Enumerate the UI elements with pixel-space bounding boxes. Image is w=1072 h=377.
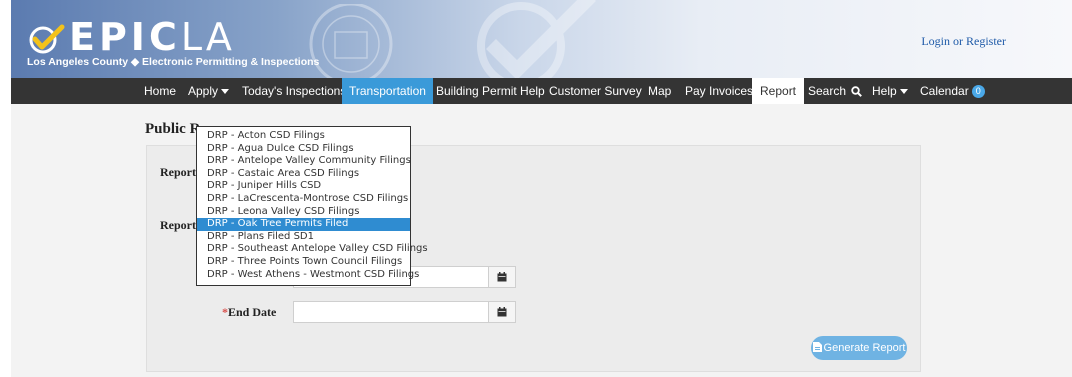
logo-word: EPIC bbox=[69, 15, 181, 59]
nav-help-label: Help bbox=[872, 84, 897, 98]
dropdown-option[interactable]: DRP - West Athens - Westmont CSD Filings bbox=[197, 269, 419, 282]
nav-report[interactable]: Report bbox=[752, 78, 805, 104]
generate-report-button[interactable]: Generate Report bbox=[811, 336, 907, 360]
logo-word-suffix: LA bbox=[180, 15, 235, 59]
caret-down-icon bbox=[899, 89, 908, 95]
end-date-label: *End Date bbox=[222, 305, 276, 320]
nav-help[interactable]: Help bbox=[872, 78, 908, 104]
report-name-label: Report bbox=[160, 218, 196, 232]
county-seal-icon bbox=[309, 4, 393, 78]
dropdown-option[interactable]: DRP - Plans Filed SD1 bbox=[197, 231, 410, 244]
end-date-label-text: End Date bbox=[228, 305, 277, 319]
dropdown-option-selected[interactable]: DRP - Oak Tree Permits Filed bbox=[197, 218, 410, 231]
calendar-icon bbox=[497, 307, 507, 317]
nav-todays-inspections[interactable]: Today's Inspections bbox=[242, 78, 346, 104]
nav-search[interactable]: Search bbox=[808, 78, 863, 104]
nav-pay-invoices[interactable]: Pay Invoices bbox=[685, 78, 753, 104]
search-icon bbox=[851, 86, 863, 98]
nav-map[interactable]: Map bbox=[648, 78, 671, 104]
nav-apply[interactable]: Apply bbox=[188, 78, 230, 104]
logo-tagline: Los Angeles County ◆ Electronic Permitti… bbox=[27, 56, 320, 68]
calendar-count-badge: 0 bbox=[971, 85, 985, 99]
nav-calendar[interactable]: Calendar 0 bbox=[920, 78, 985, 104]
nav-apply-label: Apply bbox=[188, 84, 219, 98]
login-register-link[interactable]: Login or Register bbox=[921, 34, 1006, 49]
report-category-label: Report bbox=[160, 165, 196, 179]
file-icon bbox=[812, 342, 822, 352]
end-date-calendar-button[interactable] bbox=[488, 301, 516, 323]
dropdown-option[interactable]: DRP - Three Points Town Council Filings bbox=[197, 256, 410, 269]
nav-search-label: Search bbox=[808, 84, 847, 98]
dropdown-option[interactable]: DRP - Leona Valley CSD Filings bbox=[197, 206, 410, 219]
nav-customer-survey[interactable]: Customer Survey bbox=[549, 78, 642, 104]
end-date-input[interactable] bbox=[293, 301, 489, 323]
caret-down-icon bbox=[221, 89, 230, 95]
nav-calendar-label: Calendar bbox=[920, 84, 969, 98]
nav-home[interactable]: Home bbox=[144, 78, 176, 104]
report-select-dropdown[interactable]: DRP - Acton CSD Filings DRP - Agua Dulce… bbox=[196, 126, 428, 286]
dropdown-option[interactable]: DRP - Antelope Valley Community Filings bbox=[197, 155, 411, 168]
logo-wordmark[interactable]: EPICLA bbox=[69, 18, 235, 56]
start-date-calendar-button[interactable] bbox=[488, 266, 516, 288]
main-navbar: Home Apply Today's Inspections Transport… bbox=[11, 78, 1072, 104]
left-gutter bbox=[0, 0, 11, 377]
dropdown-option[interactable]: DRP - Juniper Hills CSD bbox=[197, 180, 410, 193]
watermark-check-icon bbox=[477, 0, 596, 78]
calendar-icon bbox=[497, 272, 507, 282]
nav-transportation[interactable]: Transportation bbox=[342, 78, 433, 104]
generate-report-label: Generate Report bbox=[823, 342, 906, 354]
dropdown-option[interactable]: DRP - Agua Dulce CSD Filings bbox=[197, 143, 410, 156]
dropdown-option[interactable]: DRP - Acton CSD Filings bbox=[197, 130, 410, 143]
dropdown-option[interactable]: DRP - Castaic Area CSD Filings bbox=[197, 168, 410, 181]
nav-building-permit-help[interactable]: Building Permit Help bbox=[436, 78, 545, 104]
header-banner: EPICLA Los Angeles County ◆ Electronic P… bbox=[11, 0, 1072, 78]
dropdown-option[interactable]: DRP - Southeast Antelope Valley CSD Fili… bbox=[197, 243, 428, 256]
dropdown-option[interactable]: DRP - LaCrescenta-Montrose CSD Filings bbox=[197, 193, 410, 206]
check-logo-icon bbox=[29, 24, 65, 54]
